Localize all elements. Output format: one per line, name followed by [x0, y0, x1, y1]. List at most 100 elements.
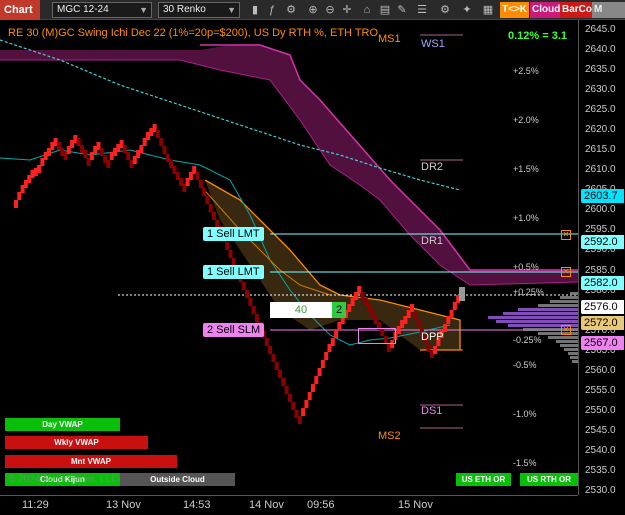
renko-brick [304, 400, 309, 408]
renko-brick [198, 180, 203, 188]
volume-profile-bar [560, 344, 578, 347]
price-tick: 2555.0 [585, 384, 616, 396]
chart-tab[interactable]: Chart [0, 0, 40, 20]
renko-brick [301, 408, 306, 416]
mnt-vwap-legend[interactable]: Mnt VWAP [5, 455, 177, 468]
vwap-toggle-button[interactable]: M VWAP [592, 2, 625, 18]
renko-brick [208, 204, 213, 212]
data-box-icon[interactable]: ▤ [378, 3, 392, 17]
renko-brick [241, 282, 246, 290]
volume-profile-bar [538, 304, 578, 307]
volume-profile-bar [548, 336, 578, 339]
indicators-icon[interactable]: ƒ [265, 3, 279, 17]
position-count[interactable]: 2 [332, 302, 346, 318]
position-qty[interactable]: 40 [270, 302, 332, 318]
interval-selector[interactable]: 30 Renko ▼ [158, 2, 240, 18]
volume-profile-bar [538, 332, 578, 335]
sell-lmt-order-2[interactable]: 1 Sell LMT [203, 265, 264, 279]
pivot-ds1: DS1 [421, 405, 443, 417]
price-tick: 2560.0 [585, 364, 616, 376]
price-tag: 2576.0 [581, 299, 624, 314]
renko-brick [14, 200, 18, 208]
bars-icon[interactable]: ▮ [248, 3, 262, 17]
close-order-icon[interactable]: ✕ [561, 230, 571, 240]
renko-brick [17, 192, 22, 200]
zoom-in-icon[interactable]: ⊕ [306, 3, 320, 17]
renko-brick [83, 150, 88, 158]
sell-lmt-order-1[interactable]: 1 Sell LMT [203, 227, 264, 241]
renko-brick [195, 172, 200, 180]
draw-tool-icon[interactable]: ✎ [395, 3, 409, 17]
interval-label: 30 Renko [163, 4, 206, 15]
renko-brick [281, 378, 286, 386]
strategy-icon[interactable]: ⚙ [284, 3, 298, 17]
us-eth-or-legend[interactable]: US ETH OR [456, 473, 511, 486]
renko-brick [330, 338, 335, 346]
price-tick: 2615.0 [585, 144, 616, 156]
price-tag: 2582.0 [581, 275, 624, 290]
price-tick: 2635.0 [585, 64, 616, 76]
close-order-icon[interactable]: ✕ [561, 267, 571, 277]
calendar-icon[interactable]: ▦ [481, 3, 495, 17]
lock-icon[interactable]: ⌂ [360, 3, 374, 17]
current-brick [459, 287, 465, 301]
renko-brick [334, 330, 339, 338]
price-tick: 2530.0 [585, 485, 616, 496]
price-axis[interactable]: 2645.0 2640.0 2635.0 2630.0 2625.0 2620.0 2615… [578, 20, 625, 496]
time-tick: 14 Nov [249, 499, 284, 511]
volume-profile-bar [496, 320, 578, 323]
renko-brick [278, 370, 282, 378]
zoom-out-icon[interactable]: ⊖ [323, 3, 337, 17]
settings-icon[interactable]: ⚙ [438, 3, 452, 17]
volume-profile-bar [488, 316, 578, 319]
instrument-selector[interactable]: MGC 12-24 ▼ [52, 2, 152, 18]
renko-brick [155, 130, 160, 138]
day-vwap-legend[interactable]: Day VWAP [5, 418, 120, 431]
time-tick: 13 Nov [106, 499, 141, 511]
pct-level: +1.5% [513, 164, 539, 174]
sell-slm-order[interactable]: 2 Sell SLM [203, 323, 265, 337]
time-tick: 14:53 [183, 499, 211, 511]
pivot-dpp: DPP [421, 331, 444, 343]
chevron-down-icon: ▼ [227, 5, 236, 15]
wkly-vwap-legend[interactable]: Wkly VWAP [5, 436, 148, 449]
renko-brick [314, 376, 319, 384]
price-tick: 2545.0 [585, 424, 616, 436]
renko-brick [76, 138, 81, 146]
close-order-icon[interactable]: ✕ [561, 325, 571, 335]
price-tick: 2600.0 [585, 204, 616, 216]
position-box [358, 328, 396, 344]
crosshair-icon[interactable]: ✛ [340, 3, 354, 17]
instrument-label: MGC 12-24 [57, 4, 109, 15]
pin-icon[interactable]: ✦ [460, 3, 474, 17]
renko-brick [433, 346, 438, 354]
outside-cloud-legend[interactable]: Outside Cloud [120, 473, 235, 486]
renko-brick [291, 402, 296, 410]
price-tick: 2620.0 [585, 124, 616, 136]
time-tick: 11:29 [22, 499, 49, 511]
renko-brick [416, 320, 421, 328]
pct-level: +2.5% [513, 66, 539, 76]
volume-profile-bar [560, 296, 578, 299]
renko-brick [99, 148, 104, 156]
renko-brick [37, 165, 42, 173]
cloud-toggle-button[interactable]: Cloud [530, 2, 563, 18]
pct-level: +1.0% [513, 213, 539, 223]
renko-brick [307, 392, 312, 400]
renko-brick [311, 384, 315, 392]
pivot-ws1: WS1 [421, 38, 445, 50]
renko-brick [449, 310, 454, 318]
us-rth-or-legend[interactable]: US RTH OR [520, 473, 578, 486]
renko-brick [452, 302, 457, 310]
time-axis[interactable] [0, 495, 578, 515]
renko-brick [202, 188, 207, 196]
renko-brick [162, 146, 167, 154]
price-tick: 2595.0 [585, 224, 616, 236]
properties-icon[interactable]: ☰ [415, 3, 429, 17]
pivot-dr2: DR2 [421, 161, 444, 173]
tk-toggle-button[interactable]: T<>K [500, 2, 530, 18]
volume-profile-bar [518, 308, 578, 311]
pct-level: +0.5% [513, 262, 539, 272]
price-tick: 2540.0 [585, 444, 616, 456]
price-tick: 2630.0 [585, 84, 616, 96]
